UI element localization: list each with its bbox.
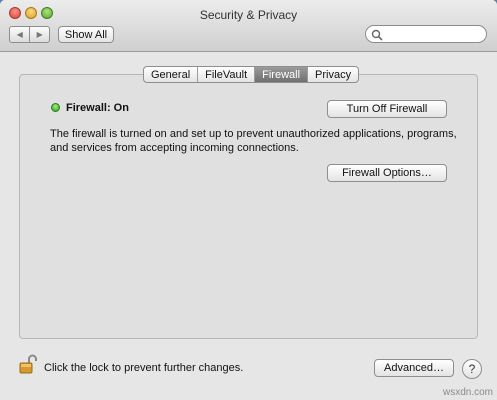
firewall-options-button[interactable]: Firewall Options…: [327, 164, 447, 182]
tab-firewall[interactable]: Firewall: [254, 67, 308, 82]
status-indicator-icon: [51, 103, 60, 112]
chevron-left-icon: ◀: [16, 30, 23, 39]
tab-privacy[interactable]: Privacy: [307, 67, 358, 82]
chevron-right-icon: ▶: [36, 30, 43, 39]
advanced-button[interactable]: Advanced…: [374, 359, 454, 377]
back-button[interactable]: ◀: [10, 27, 29, 42]
preferences-window: Security & Privacy ◀ ▶ Show All General …: [0, 0, 497, 400]
lock-message: Click the lock to prevent further change…: [44, 362, 244, 374]
search-icon: [371, 29, 383, 41]
show-all-button[interactable]: Show All: [58, 26, 114, 43]
lock-open-icon[interactable]: [19, 354, 37, 374]
window-title: Security & Privacy: [199, 8, 298, 22]
forward-button[interactable]: ▶: [29, 27, 49, 42]
firewall-description: The firewall is turned on and set up to …: [50, 128, 457, 154]
tab-bar: General FileVault Firewall Privacy: [143, 66, 360, 83]
turn-off-firewall-button[interactable]: Turn Off Firewall: [327, 100, 447, 118]
tab-filevault[interactable]: FileVault: [197, 67, 254, 82]
firewall-status-label: Firewall: On: [66, 102, 129, 114]
title-bar: Security & Privacy ◀ ▶ Show All: [0, 0, 497, 52]
search-input[interactable]: [365, 25, 487, 43]
watermark-text: wsxdn.com: [442, 387, 493, 398]
tab-general[interactable]: General: [144, 67, 197, 82]
help-button[interactable]: ?: [462, 359, 482, 379]
nav-buttons: ◀ ▶: [9, 26, 50, 43]
